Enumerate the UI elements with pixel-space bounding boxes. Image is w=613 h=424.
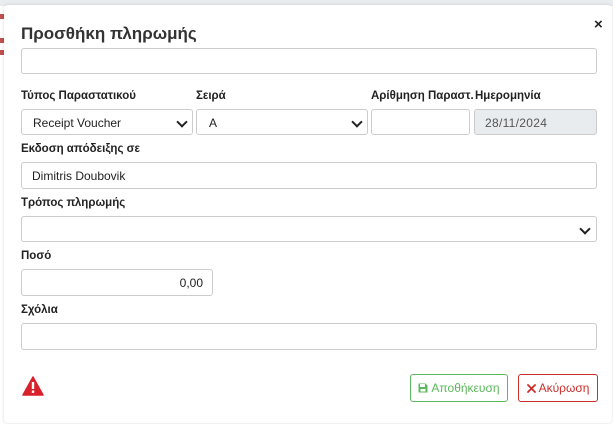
x-icon: [526, 383, 536, 393]
comments-label: Σχόλια: [21, 304, 58, 316]
doc-type-select-value: Receipt Voucher: [33, 116, 122, 130]
issued-to-input-value: Dimitris Doubovik: [32, 169, 126, 183]
payment-method-label: Τρόπος πληρωμής: [21, 197, 126, 209]
amount-input[interactable]: 0,00: [21, 269, 213, 296]
payment-method-select[interactable]: [21, 216, 597, 242]
cancel-button[interactable]: Ακύρωση: [518, 374, 598, 402]
number-label: Αρίθμηση Παραστ.: [371, 90, 474, 102]
series-label: Σειρά: [196, 90, 226, 102]
amount-label: Ποσό: [21, 250, 52, 262]
close-icon[interactable]: ×: [594, 17, 603, 32]
warning-triangle-icon: [22, 376, 44, 401]
date-label: Ημερομηνία: [475, 90, 541, 102]
issued-to-label: Εκδοση απόδειξης σε: [21, 143, 140, 155]
chevron-down-icon: [351, 116, 363, 128]
comments-input[interactable]: [21, 323, 597, 350]
issued-to-input[interactable]: Dimitris Doubovik: [21, 162, 597, 189]
modal-title: Προσθήκη πληρωμής: [21, 24, 197, 43]
date-input-value: 28/11/2024: [485, 116, 548, 130]
top-text-input[interactable]: [21, 48, 597, 74]
doc-type-label: Τύπος Παραστατικού: [21, 90, 136, 102]
chevron-down-icon: [579, 223, 591, 235]
save-button[interactable]: Αποθήκευση: [410, 374, 508, 402]
floppy-disk-icon: [418, 383, 428, 393]
chevron-down-icon: [176, 116, 188, 128]
cancel-button-label: Ακύρωση: [538, 381, 590, 395]
series-select-value: A: [209, 116, 218, 130]
save-button-label: Αποθήκευση: [431, 381, 500, 395]
number-input[interactable]: [371, 109, 470, 135]
series-select[interactable]: A: [196, 109, 368, 135]
date-input: 28/11/2024: [474, 109, 597, 135]
doc-type-select[interactable]: Receipt Voucher: [21, 109, 193, 135]
amount-input-value: 0,00: [179, 276, 203, 290]
